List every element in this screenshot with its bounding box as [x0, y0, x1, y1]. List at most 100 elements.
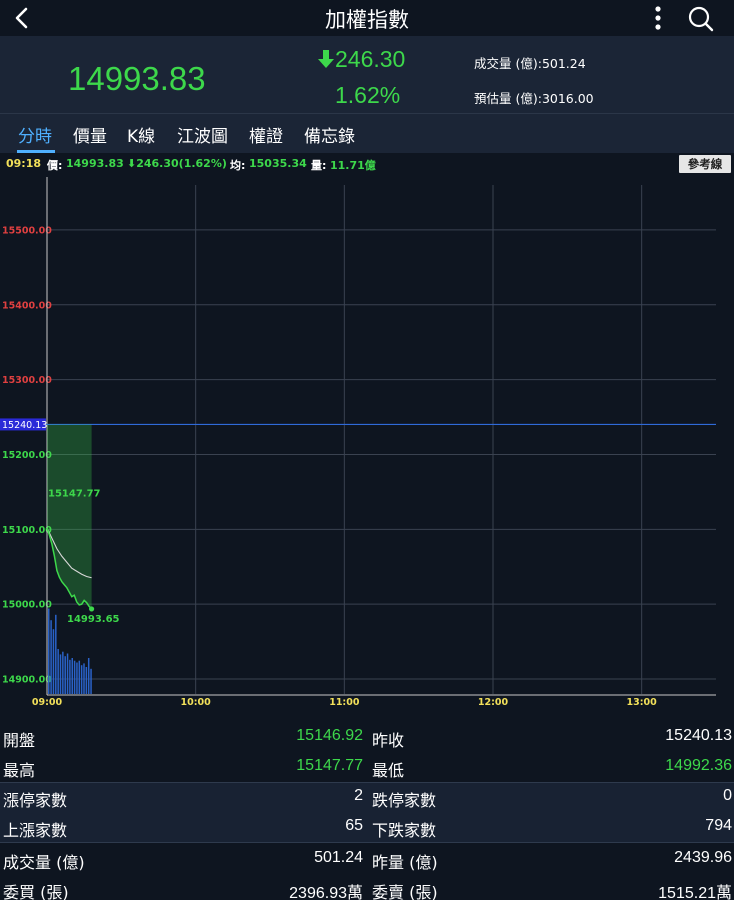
volume-bar: [64, 656, 66, 694]
stat-value: 2439.96: [674, 849, 732, 866]
volume-bar: [90, 668, 92, 694]
stat-value: 2396.93萬: [289, 885, 363, 900]
tab-memo[interactable]: 備忘錄: [304, 122, 355, 147]
volume-bar: [76, 662, 78, 694]
index-change-value: 246.30: [335, 46, 406, 72]
stat-value: 794: [705, 817, 732, 834]
volume-bar: [59, 654, 62, 694]
stat-value: 15146.92: [296, 727, 363, 744]
tab-price-volume[interactable]: 價量: [73, 122, 107, 147]
stat-value: 0: [723, 787, 732, 804]
tab-warrants[interactable]: 權證: [249, 122, 283, 147]
high-price-label: 15147.77: [48, 489, 101, 500]
info-vol: 11.71億: [330, 159, 376, 172]
y-tick-label: 15500.00: [2, 225, 52, 236]
reference-line-button[interactable]: 參考線: [679, 155, 731, 173]
drop-area: [47, 424, 92, 609]
stat-value: 65: [345, 817, 363, 834]
info-price-label: 價:: [47, 159, 63, 172]
volume-bar: [83, 663, 85, 694]
volume-bar: [57, 649, 59, 694]
stat-label: 委賣 (張): [372, 883, 438, 900]
tab-bar: 分時 價量 K線 江波圖 權證 備忘錄: [0, 113, 734, 153]
divider: [0, 782, 734, 783]
stat-value: 501.24: [314, 849, 363, 866]
estimated-volume-label: 預估量 (億):3016.00: [474, 91, 594, 106]
y-tick-label: 15000.00: [2, 600, 52, 611]
last-price-dot: [89, 606, 95, 612]
x-tick-label: 13:00: [627, 697, 658, 708]
stat-value: 15240.13: [665, 727, 732, 744]
stat-label: 最高: [3, 761, 36, 780]
x-tick-label: 11:00: [329, 697, 360, 708]
reference-label: 15240.13: [2, 420, 47, 431]
tab-jiangbo[interactable]: 江波圖: [177, 122, 228, 147]
stats-table: 開盤 15146.92 昨收 15240.13 最高 15147.77 最低 14992.36…: [0, 722, 734, 900]
page-title: 加權指數: [325, 8, 409, 32]
stat-label: 昨量 (億): [372, 853, 438, 872]
chart-canvas: 15500.00 15400.00 15300.00 15200.00 15100.00…: [0, 177, 716, 708]
tab-kline[interactable]: K線: [127, 122, 155, 147]
y-tick-label: 15300.00: [2, 375, 52, 386]
last-price-label: 14993.65: [67, 614, 120, 625]
info-price: 14993.83: [66, 157, 124, 170]
info-avg-label: 均:: [230, 159, 246, 172]
volume-label: 成交量 (億):501.24: [474, 56, 586, 71]
chart-info-line: 09:18 價: 14993.83 ⬇246.30(1.62%) 均: 1503…: [0, 153, 734, 175]
stat-value: 14992.36: [665, 757, 732, 774]
intraday-chart[interactable]: 15500.00 15400.00 15300.00 15200.00 15100.00…: [0, 175, 734, 715]
y-tick-label: 14900.00: [2, 675, 52, 686]
stats-row: 上漲家數 65 下跌家數 794: [0, 812, 734, 842]
stats-row: 漲停家數 2 跌停家數 0: [0, 782, 734, 812]
volume-bar: [80, 665, 83, 694]
volume-bar: [71, 658, 73, 694]
stat-label: 漲停家數: [3, 791, 68, 810]
stat-label: 最低: [372, 761, 405, 780]
stat-label: 開盤: [3, 731, 36, 750]
divider: [0, 842, 734, 843]
volume-bar: [50, 620, 52, 694]
stat-value: 2: [354, 787, 363, 804]
quote-header: 14993.83 246.30 1.62% 成交量 (億):501.24 預估量…: [0, 36, 734, 113]
tab-intraday[interactable]: 分時: [18, 122, 52, 147]
volume-bar: [55, 614, 57, 694]
stat-label: 昨收: [372, 731, 405, 750]
stat-label: 成交量 (億): [3, 853, 85, 872]
volume-bar: [48, 608, 50, 694]
volume-bar: [78, 660, 81, 694]
stat-value: 1515.21萬: [658, 885, 732, 900]
x-tick-label: 09:00: [32, 697, 63, 708]
info-time: 09:18: [6, 157, 42, 170]
info-change-value: 246.30(1.62%): [136, 157, 227, 170]
stats-row: 委買 (張) 2396.93萬 委賣 (張) 1515.21萬: [0, 874, 734, 900]
stats-row: 開盤 15146.92 昨收 15240.13: [0, 722, 734, 752]
x-tick-label: 10:00: [181, 697, 212, 708]
volume-bar: [52, 629, 55, 694]
index-percent: 1.62%: [335, 82, 401, 108]
stat-value: 15147.77: [296, 757, 363, 774]
stats-row: 成交量 (億) 501.24 昨量 (億) 2439.96: [0, 844, 734, 874]
index-change: 246.30: [318, 46, 405, 73]
volume-bar: [85, 667, 88, 694]
arrow-down-icon: [318, 50, 334, 68]
volume-bar: [87, 658, 90, 694]
y-tick-label: 15400.00: [2, 300, 52, 311]
stat-label: 上漲家數: [3, 821, 68, 840]
stats-row: 最高 15147.77 最低 14992.36: [0, 752, 734, 782]
top-bar: 加權指數: [0, 0, 734, 36]
volume-bar: [73, 660, 76, 694]
volume-bar: [66, 653, 69, 694]
index-price: 14993.83: [68, 60, 206, 97]
volume-bar: [69, 659, 71, 694]
info-vol-label: 量:: [311, 159, 327, 172]
info-change: ⬇246.30(1.62%): [127, 157, 227, 170]
stat-label: 委買 (張): [3, 883, 69, 900]
y-tick-label: 15200.00: [2, 450, 52, 461]
volume-bar: [62, 651, 64, 694]
info-avg: 15035.34: [249, 157, 307, 170]
x-tick-label: 12:00: [478, 697, 509, 708]
stat-label: 下跌家數: [372, 821, 437, 840]
vertical-dots-icon[interactable]: [648, 4, 668, 32]
stat-label: 跌停家數: [372, 791, 437, 810]
search-icon[interactable]: [686, 4, 716, 34]
